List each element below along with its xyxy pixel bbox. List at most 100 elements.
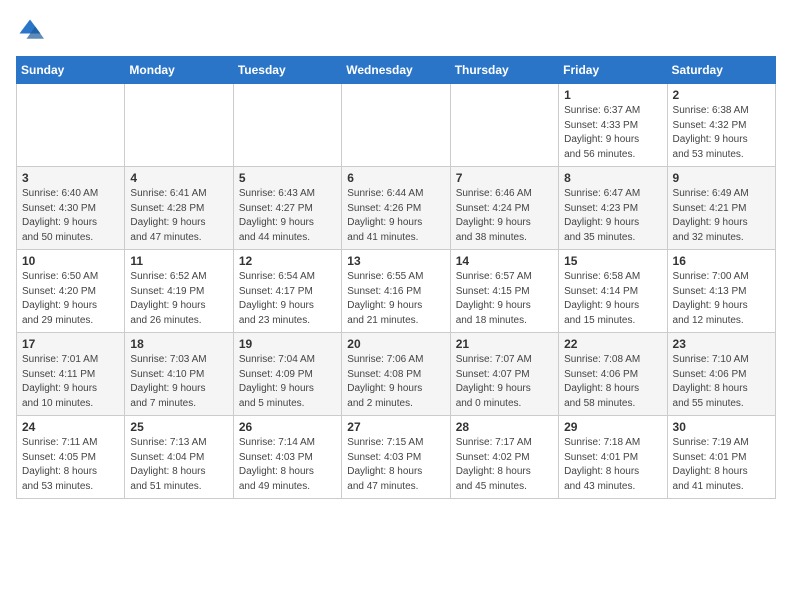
day-info: Sunrise: 6:55 AM Sunset: 4:16 PM Dayligh… — [347, 270, 444, 328]
day-number: 26 — [239, 420, 336, 434]
day-info: Sunrise: 6:50 AM Sunset: 4:20 PM Dayligh… — [22, 270, 119, 328]
day-info: Sunrise: 7:18 AM Sunset: 4:01 PM Dayligh… — [564, 436, 661, 494]
calendar-cell: 12 Sunrise: 6:54 AM Sunset: 4:17 PM Dayli… — [233, 250, 341, 333]
calendar-cell — [342, 84, 450, 167]
logo-icon — [16, 16, 44, 44]
day-number: 7 — [456, 171, 553, 185]
calendar-cell: 6Sunrise: 6:44 AM Sunset: 4:26 PM Daylig… — [342, 167, 450, 250]
calendar-cell: 10 Sunrise: 6:50 AM Sunset: 4:20 PM Dayli… — [17, 250, 125, 333]
calendar-cell: 26 Sunrise: 7:14 AM Sunset: 4:03 PM Dayli… — [233, 416, 341, 499]
day-number: 27 — [347, 420, 444, 434]
calendar-cell: 25Sunrise: 7:13 AM Sunset: 4:04 PM Dayli… — [125, 416, 233, 499]
day-number: 2 — [673, 88, 770, 102]
calendar-cell: 23 Sunrise: 7:10 AM Sunset: 4:06 PM Dayli… — [667, 333, 775, 416]
calendar-cell: 15Sunrise: 6:58 AM Sunset: 4:14 PM Dayli… — [559, 250, 667, 333]
column-header-sunday: Sunday — [17, 57, 125, 84]
calendar-cell: 16 Sunrise: 7:00 AM Sunset: 4:13 PM Dayli… — [667, 250, 775, 333]
day-info: Sunrise: 6:38 AM Sunset: 4:32 PM Dayligh… — [673, 104, 770, 162]
day-info: Sunrise: 7:19 AM Sunset: 4:01 PM Dayligh… — [673, 436, 770, 494]
day-number: 17 — [22, 337, 119, 351]
day-info: Sunrise: 6:52 AM Sunset: 4:19 PM Dayligh… — [130, 270, 227, 328]
day-number: 29 — [564, 420, 661, 434]
calendar-cell: 14 Sunrise: 6:57 AM Sunset: 4:15 PM Dayli… — [450, 250, 558, 333]
day-number: 20 — [347, 337, 444, 351]
day-number: 5 — [239, 171, 336, 185]
column-header-wednesday: Wednesday — [342, 57, 450, 84]
day-info: Sunrise: 7:01 AM Sunset: 4:11 PM Dayligh… — [22, 353, 119, 411]
day-number: 6 — [347, 171, 444, 185]
calendar-week-1: 1 Sunrise: 6:37 AM Sunset: 4:33 PM Daylig… — [17, 84, 776, 167]
day-number: 13 — [347, 254, 444, 268]
day-info: Sunrise: 6:37 AM Sunset: 4:33 PM Dayligh… — [564, 104, 661, 162]
day-number: 21 — [456, 337, 553, 351]
day-info: Sunrise: 6:43 AM Sunset: 4:27 PM Dayligh… — [239, 187, 336, 245]
calendar-cell: 27 Sunrise: 7:15 AM Sunset: 4:03 PM Dayli… — [342, 416, 450, 499]
calendar-cell: 5 Sunrise: 6:43 AM Sunset: 4:27 PM Daylig… — [233, 167, 341, 250]
calendar-cell — [17, 84, 125, 167]
calendar-header-row: SundayMondayTuesdayWednesdayThursdayFrid… — [17, 57, 776, 84]
day-info: Sunrise: 7:17 AM Sunset: 4:02 PM Dayligh… — [456, 436, 553, 494]
column-header-monday: Monday — [125, 57, 233, 84]
day-number: 22 — [564, 337, 661, 351]
calendar-cell: 9 Sunrise: 6:49 AM Sunset: 4:21 PM Daylig… — [667, 167, 775, 250]
day-number: 16 — [673, 254, 770, 268]
calendar-cell: 24 Sunrise: 7:11 AM Sunset: 4:05 PM Dayli… — [17, 416, 125, 499]
calendar-cell — [450, 84, 558, 167]
column-header-saturday: Saturday — [667, 57, 775, 84]
calendar-cell: 30 Sunrise: 7:19 AM Sunset: 4:01 PM Dayli… — [667, 416, 775, 499]
calendar-cell: 29 Sunrise: 7:18 AM Sunset: 4:01 PM Dayli… — [559, 416, 667, 499]
day-number: 4 — [130, 171, 227, 185]
calendar-cell: 18 Sunrise: 7:03 AM Sunset: 4:10 PM Dayli… — [125, 333, 233, 416]
day-info: Sunrise: 6:41 AM Sunset: 4:28 PM Dayligh… — [130, 187, 227, 245]
day-info: Sunrise: 7:08 AM Sunset: 4:06 PM Dayligh… — [564, 353, 661, 411]
calendar-cell — [233, 84, 341, 167]
day-info: Sunrise: 7:11 AM Sunset: 4:05 PM Dayligh… — [22, 436, 119, 494]
day-info: Sunrise: 7:15 AM Sunset: 4:03 PM Dayligh… — [347, 436, 444, 494]
calendar-week-3: 10 Sunrise: 6:50 AM Sunset: 4:20 PM Dayli… — [17, 250, 776, 333]
day-number: 14 — [456, 254, 553, 268]
calendar-cell: 17 Sunrise: 7:01 AM Sunset: 4:11 PM Dayli… — [17, 333, 125, 416]
day-info: Sunrise: 7:10 AM Sunset: 4:06 PM Dayligh… — [673, 353, 770, 411]
day-number: 3 — [22, 171, 119, 185]
day-info: Sunrise: 6:54 AM Sunset: 4:17 PM Dayligh… — [239, 270, 336, 328]
day-info: Sunrise: 6:47 AM Sunset: 4:23 PM Dayligh… — [564, 187, 661, 245]
calendar-cell: 11 Sunrise: 6:52 AM Sunset: 4:19 PM Dayli… — [125, 250, 233, 333]
day-number: 12 — [239, 254, 336, 268]
page-header — [16, 16, 776, 44]
day-info: Sunrise: 6:49 AM Sunset: 4:21 PM Dayligh… — [673, 187, 770, 245]
day-info: Sunrise: 7:14 AM Sunset: 4:03 PM Dayligh… — [239, 436, 336, 494]
calendar-week-2: 3 Sunrise: 6:40 AM Sunset: 4:30 PM Daylig… — [17, 167, 776, 250]
calendar-cell: 22 Sunrise: 7:08 AM Sunset: 4:06 PM Dayli… — [559, 333, 667, 416]
column-header-thursday: Thursday — [450, 57, 558, 84]
calendar-cell: 21 Sunrise: 7:07 AM Sunset: 4:07 PM Dayli… — [450, 333, 558, 416]
day-info: Sunrise: 7:07 AM Sunset: 4:07 PM Dayligh… — [456, 353, 553, 411]
day-info: Sunrise: 6:57 AM Sunset: 4:15 PM Dayligh… — [456, 270, 553, 328]
calendar-cell: 3 Sunrise: 6:40 AM Sunset: 4:30 PM Daylig… — [17, 167, 125, 250]
day-number: 25 — [130, 420, 227, 434]
calendar-cell: 28 Sunrise: 7:17 AM Sunset: 4:02 PM Dayli… — [450, 416, 558, 499]
day-info: Sunrise: 6:46 AM Sunset: 4:24 PM Dayligh… — [456, 187, 553, 245]
calendar-cell: 4 Sunrise: 6:41 AM Sunset: 4:28 PM Daylig… — [125, 167, 233, 250]
calendar-cell: 7 Sunrise: 6:46 AM Sunset: 4:24 PM Daylig… — [450, 167, 558, 250]
day-number: 23 — [673, 337, 770, 351]
day-number: 9 — [673, 171, 770, 185]
day-number: 10 — [22, 254, 119, 268]
column-header-tuesday: Tuesday — [233, 57, 341, 84]
day-number: 28 — [456, 420, 553, 434]
calendar-cell: 13 Sunrise: 6:55 AM Sunset: 4:16 PM Dayli… — [342, 250, 450, 333]
logo — [16, 16, 48, 44]
day-info: Sunrise: 7:03 AM Sunset: 4:10 PM Dayligh… — [130, 353, 227, 411]
day-info: Sunrise: 7:00 AM Sunset: 4:13 PM Dayligh… — [673, 270, 770, 328]
calendar-cell: 1 Sunrise: 6:37 AM Sunset: 4:33 PM Daylig… — [559, 84, 667, 167]
day-info: Sunrise: 7:06 AM Sunset: 4:08 PM Dayligh… — [347, 353, 444, 411]
calendar-table: SundayMondayTuesdayWednesdayThursdayFrid… — [16, 56, 776, 499]
day-number: 11 — [130, 254, 227, 268]
day-info: Sunrise: 6:40 AM Sunset: 4:30 PM Dayligh… — [22, 187, 119, 245]
day-number: 1 — [564, 88, 661, 102]
day-number: 24 — [22, 420, 119, 434]
calendar-week-4: 17 Sunrise: 7:01 AM Sunset: 4:11 PM Dayli… — [17, 333, 776, 416]
day-number: 15 — [564, 254, 661, 268]
day-number: 30 — [673, 420, 770, 434]
day-number: 18 — [130, 337, 227, 351]
calendar-cell — [125, 84, 233, 167]
